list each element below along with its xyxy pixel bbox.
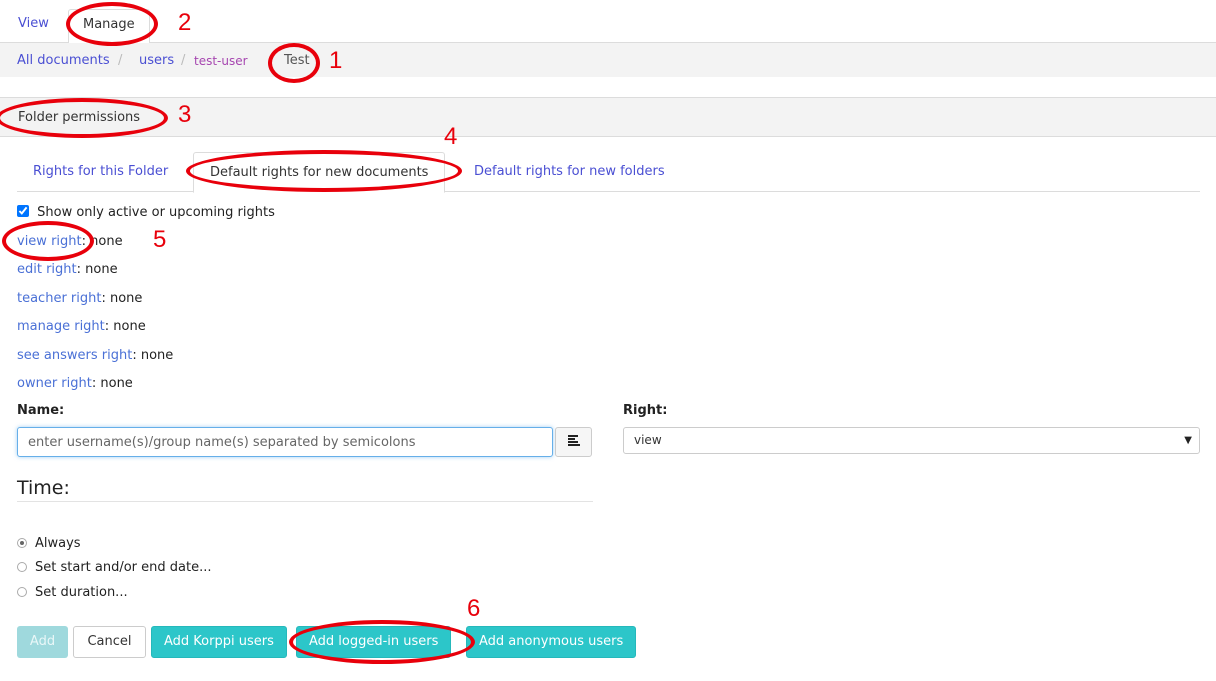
- radio-icon[interactable]: [17, 562, 27, 572]
- right-value: : none: [76, 262, 118, 277]
- radio-selected-icon[interactable]: [17, 538, 27, 548]
- add-korppi-users-button[interactable]: Add Korppi users: [151, 626, 287, 658]
- active-rights-label: Show only active or upcoming rights: [37, 205, 275, 220]
- active-rights-checkbox[interactable]: [17, 205, 29, 217]
- add-button[interactable]: Add: [17, 626, 68, 658]
- annotation-circle: [2, 221, 94, 261]
- list-mode-button[interactable]: [555, 427, 592, 457]
- right-row: edit right: none: [17, 262, 118, 277]
- right-label: Right:: [623, 403, 668, 418]
- list-icon: [567, 435, 580, 446]
- right-value: : none: [101, 291, 143, 306]
- annotation-number: 1: [329, 47, 343, 74]
- right-row: owner right: none: [17, 376, 133, 391]
- right-value: : none: [132, 348, 174, 363]
- right-link-teacher[interactable]: teacher right: [17, 291, 101, 306]
- annotation-circle: [0, 98, 168, 138]
- right-link-owner[interactable]: owner right: [17, 376, 92, 391]
- time-option-always[interactable]: Always: [17, 536, 81, 551]
- time-option-duration[interactable]: Set duration...: [17, 585, 128, 600]
- time-option-label: Set start and/or end date...: [35, 560, 212, 575]
- breadcrumb-separator: /: [118, 53, 123, 68]
- annotation-circle: [66, 2, 158, 46]
- right-select[interactable]: view ▼: [623, 427, 1200, 454]
- time-option-label: Always: [35, 536, 81, 551]
- right-link-see-answers[interactable]: see answers right: [17, 348, 132, 363]
- time-heading: Time:: [17, 477, 70, 499]
- annotation-circle: [268, 43, 320, 83]
- annotation-number: 2: [178, 9, 192, 36]
- breadcrumb: All documents / users / test-user Test: [0, 43, 1216, 77]
- right-select-value: view: [634, 433, 662, 447]
- add-anonymous-users-button[interactable]: Add anonymous users: [466, 626, 637, 658]
- annotation-circle: [289, 620, 475, 664]
- time-option-date[interactable]: Set start and/or end date...: [17, 560, 212, 575]
- breadcrumb-separator: /: [181, 53, 186, 68]
- cancel-button[interactable]: Cancel: [73, 626, 146, 658]
- right-row: see answers right: none: [17, 348, 173, 363]
- annotation-number: 6: [467, 595, 481, 622]
- right-value: : none: [104, 319, 146, 334]
- annotation-number: 3: [178, 101, 192, 128]
- annotation-circle: [186, 150, 462, 192]
- breadcrumb-all-documents[interactable]: All documents: [17, 53, 110, 68]
- active-rights-filter[interactable]: Show only active or upcoming rights: [17, 205, 275, 220]
- tab-rights-for-folder[interactable]: Rights for this Folder: [17, 152, 184, 190]
- right-link-edit[interactable]: edit right: [17, 262, 77, 277]
- annotation-number: 4: [444, 123, 458, 150]
- name-label: Name:: [17, 403, 65, 418]
- divider: [17, 501, 593, 502]
- dropdown-arrow-icon: ▼: [1184, 435, 1192, 446]
- breadcrumb-users[interactable]: users: [139, 53, 174, 68]
- right-row: teacher right: none: [17, 291, 142, 306]
- time-option-label: Set duration...: [35, 585, 128, 600]
- annotation-number: 5: [153, 226, 167, 253]
- radio-icon[interactable]: [17, 587, 27, 597]
- right-link-manage[interactable]: manage right: [17, 319, 105, 334]
- right-value: : none: [91, 376, 133, 391]
- breadcrumb-test-user[interactable]: test-user: [194, 54, 248, 68]
- tab-view[interactable]: View: [4, 9, 63, 42]
- right-row: manage right: none: [17, 319, 146, 334]
- name-input[interactable]: [17, 427, 553, 457]
- tab-default-rights-folders[interactable]: Default rights for new folders: [458, 152, 681, 190]
